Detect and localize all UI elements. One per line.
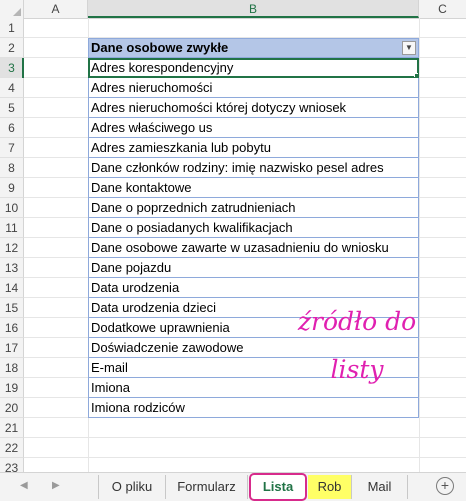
row-header[interactable]: 5 [0, 98, 24, 118]
row-header[interactable]: 20 [0, 398, 24, 418]
row-header[interactable]: 4 [0, 78, 24, 98]
table-row[interactable]: Dane o poprzednich zatrudnieniach [88, 198, 419, 218]
row-header[interactable]: 6 [0, 118, 24, 138]
row-header[interactable]: 22 [0, 438, 24, 458]
table-row[interactable]: Dane osobowe zawarte w uzasadnieniu do w… [88, 238, 419, 258]
row-header[interactable]: 11 [0, 218, 24, 238]
row-header[interactable]: 13 [0, 258, 24, 278]
column-header-c[interactable]: C [419, 0, 466, 18]
sheet-tab-o-pliku[interactable]: O pliku [98, 475, 166, 499]
dropdown-arrow-icon[interactable]: ▼ [402, 41, 416, 55]
select-all-icon [13, 8, 21, 16]
column-header-bar: A B C [0, 0, 466, 19]
table-row[interactable]: Imiona rodziców [88, 398, 419, 418]
table-row[interactable]: Adres zamieszkania lub pobytu [88, 138, 419, 158]
row-header[interactable]: 3 [0, 58, 24, 78]
table-row[interactable]: Adres nieruchomości której dotyczy wnios… [88, 98, 419, 118]
select-all-corner[interactable] [0, 0, 24, 18]
row-header[interactable]: 17 [0, 338, 24, 358]
table-row[interactable]: Adres nieruchomości [88, 78, 419, 98]
row-header[interactable]: 10 [0, 198, 24, 218]
gridline [24, 437, 466, 438]
sheet-tab-rob[interactable]: Rob [308, 475, 352, 499]
row-header[interactable]: 14 [0, 278, 24, 298]
row-header[interactable]: 12 [0, 238, 24, 258]
sheet-tab-mail[interactable]: Mail [352, 475, 408, 499]
column-header-a[interactable]: A [24, 0, 88, 18]
row-header[interactable]: 7 [0, 138, 24, 158]
handwritten-annotation: źródło do listy [282, 298, 432, 394]
table-header-label: Dane osobowe zwykłe [91, 40, 229, 55]
prev-sheet-icon[interactable]: ◀ [20, 480, 28, 491]
row-header[interactable]: 16 [0, 318, 24, 338]
sheet-tab-lista[interactable]: Lista [249, 473, 307, 501]
annotation-line-1: źródło do [297, 307, 417, 336]
table-row[interactable]: Data urodzenia [88, 278, 419, 298]
row-header[interactable]: 19 [0, 378, 24, 398]
sheet-tab-bar: ◀ ▶ O pliku Formularz Lista Rob Mail + [0, 472, 466, 501]
table-row[interactable]: Dane kontaktowe [88, 178, 419, 198]
row-header[interactable]: 15 [0, 298, 24, 318]
row-header[interactable]: 18 [0, 358, 24, 378]
row-header[interactable]: 21 [0, 418, 24, 438]
table-row[interactable]: Dane o posiadanych kwalifikacjach [88, 218, 419, 238]
sheet-tab-formularz[interactable]: Formularz [166, 475, 248, 499]
table-row[interactable]: Dane członków rodziny: imię nazwisko pes… [88, 158, 419, 178]
next-sheet-icon[interactable]: ▶ [52, 480, 60, 491]
row-header[interactable]: 2 [0, 38, 24, 58]
column-header-b[interactable]: B [88, 0, 419, 18]
row-header[interactable]: 8 [0, 158, 24, 178]
table-row[interactable]: Adres korespondencyjny [88, 58, 419, 78]
gridline [24, 457, 466, 458]
add-sheet-icon[interactable]: + [436, 477, 454, 495]
gridline [419, 18, 420, 472]
row-header[interactable]: 1 [0, 18, 24, 38]
annotation-line-2: listy [330, 355, 384, 384]
table-row[interactable]: Dane pojazdu [88, 258, 419, 278]
table-header-cell[interactable]: Dane osobowe zwykłe ▼ [88, 38, 419, 58]
table-row[interactable]: Adres właściwego us [88, 118, 419, 138]
row-header[interactable]: 9 [0, 178, 24, 198]
